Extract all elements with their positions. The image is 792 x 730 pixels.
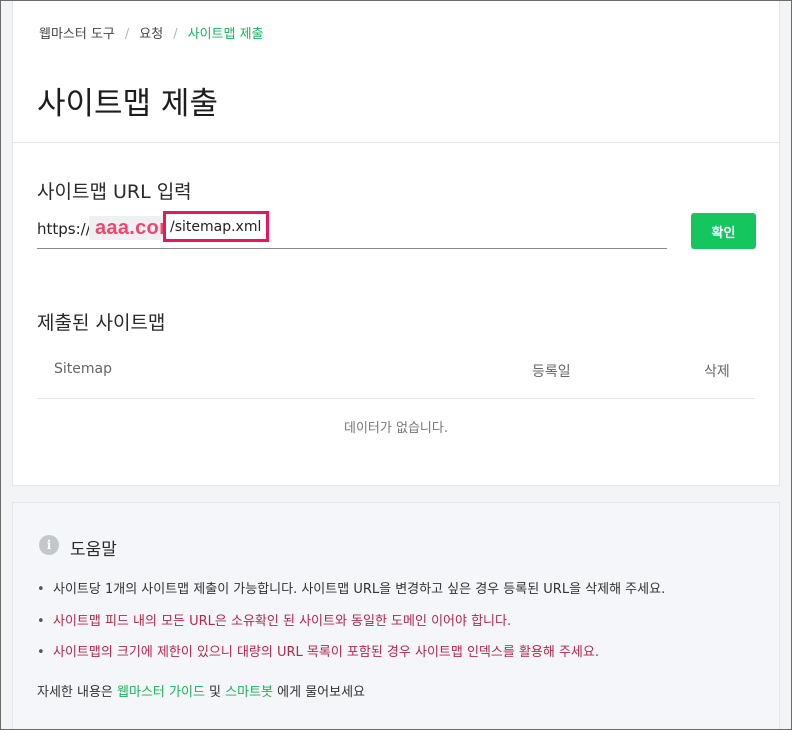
webmaster-guide-link[interactable]: 웹마스터 가이드 [117,685,205,700]
site-domain: aaa.com [89,216,177,240]
sitemap-url-field: https:// aaa.com [37,208,667,249]
help-footer: 자세한 내용은 웹마스터 가이드 및 스마트봇 에게 물어보세요 [37,681,365,700]
help-tip-text: 사이트맵의 크기에 제한이 있으니 대량의 URL 목록이 포함된 경우 사이트… [53,645,599,660]
sitemap-url-label: 사이트맵 URL 입력 [37,181,192,203]
help-footer-suffix: 에게 물어보세요 [277,685,365,700]
column-header-sitemap: Sitemap [54,361,112,377]
help-tip: • 사이트맵 피드 내의 모든 URL은 소유확인 된 사이트와 동일한 도메인 … [37,614,512,629]
help-footer-and: 및 [209,685,222,700]
sitemap-path-input[interactable] [166,214,266,239]
help-footer-prefix: 자세한 내용은 [37,685,113,700]
sitemap-path-highlight [163,211,269,242]
url-prefix: https:// [37,220,91,238]
breadcrumb-current: 사이트맵 제출 [187,27,264,42]
breadcrumb: 웹마스터 도구 / 요청 / 사이트맵 제출 [39,23,264,42]
help-tip: • 사이트당 1개의 사이트맵 제출이 가능합니다. 사이트맵 URL을 변경하고… [37,582,666,597]
table-divider [37,398,755,399]
help-panel: i 도움말 • 사이트당 1개의 사이트맵 제출이 가능합니다. 사이트맵 URL… [12,502,780,730]
divider [13,142,779,143]
column-header-date: 등록일 [532,364,571,380]
help-title: 도움말 [70,540,117,560]
help-tip: • 사이트맵의 크기에 제한이 있으니 대량의 URL 목록이 포함된 경우 사이… [37,645,599,660]
confirm-button[interactable]: 확인 [691,213,756,249]
page-title: 사이트맵 제출 [37,86,218,122]
sitemap-submit-card: 웹마스터 도구 / 요청 / 사이트맵 제출 사이트맵 제출 사이트맵 URL 입력 h… [12,0,780,486]
help-tip-text: 사이트당 1개의 사이트맵 제출이 가능합니다. 사이트맵 URL을 변경하고 … [53,582,666,597]
breadcrumb-separator: / [124,27,130,42]
column-header-delete: 삭제 [704,364,730,380]
smartbot-link[interactable]: 스마트봇 [225,685,273,700]
breadcrumb-separator: / [173,27,178,42]
info-icon: i [39,535,59,555]
breadcrumb-item-webmaster-tools[interactable]: 웹마스터 도구 [39,27,115,42]
empty-table-message: 데이터가 없습니다. [344,421,448,436]
submitted-sitemaps-label: 제출된 사이트맵 [37,312,166,334]
help-tip-text: 사이트맵 피드 내의 모든 URL은 소유확인 된 사이트와 동일한 도메인 이… [53,614,512,629]
breadcrumb-item-request[interactable]: 요청 [139,27,163,42]
